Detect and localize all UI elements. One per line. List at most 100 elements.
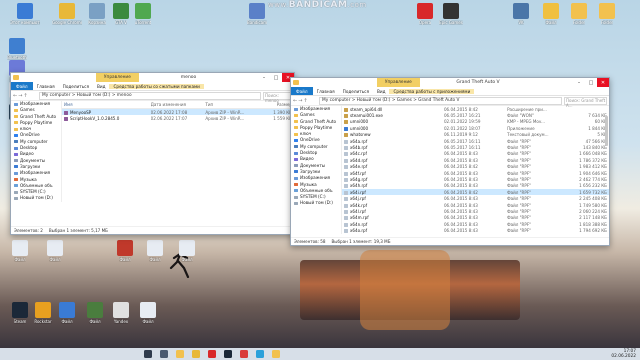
column-size[interactable]: Размер: [256, 102, 294, 107]
address-path[interactable]: My computer > Новый том (D:) > Games > G…: [319, 96, 562, 105]
desktop-icon[interactable]: Google Chrome: [52, 3, 82, 25]
clock-date: 02.06.2022: [611, 354, 636, 359]
desktop-icon[interactable]: Файл: [536, 3, 566, 25]
ribbon-tab-tools[interactable]: Средства работы с приложениями: [389, 88, 475, 94]
manage-tab[interactable]: Управление: [376, 78, 420, 87]
file-row[interactable]: x64h.rpf 06.04.2015 8:43 Файл "RPF" 1 656 2…: [342, 183, 609, 189]
file-row[interactable]: x64l.rpf 06.04.2015 8:43 Файл "RPF" 2 060 2…: [342, 208, 609, 214]
file-row[interactable]: umni000 02.01.2022 19:59 KMP - MPEG Mov...…: [342, 119, 609, 125]
file-row[interactable]: x64n.rpf 06.04.2015 8:43 Файл "RPF" 1 818 3…: [342, 221, 609, 227]
ribbon-tab-file[interactable]: Файл: [291, 87, 313, 95]
file-row[interactable]: x64b.rpf 06.05.2017 16:11 Файл "RPF" 143 84…: [342, 144, 609, 151]
title-bar[interactable]: Управление Grand Theft Auto V – □ ✕: [291, 78, 609, 87]
search-input[interactable]: Поиск: menoo: [263, 91, 292, 103]
ribbon-tab-home[interactable]: Главная: [33, 84, 59, 89]
taskbar-bandicam-icon[interactable]: [240, 350, 248, 358]
file-row[interactable]: x64d.rpf 06.04.2015 8:43 Файл "RPF" 1 786 3…: [342, 157, 609, 163]
file-row[interactable]: MenyooSP 02.06.2022 17:08 Архив ZIP - WinR…: [62, 109, 294, 116]
manage-tab[interactable]: Управление: [95, 73, 139, 82]
nav-arrows[interactable]: ←→↑: [291, 98, 319, 104]
file-row[interactable]: x64a.rpf 06.05.2017 16:11 Файл "RPF" 47 566…: [342, 138, 609, 144]
taskbar-steam-icon[interactable]: [224, 350, 232, 358]
file-row[interactable]: whatsnew 06.11.2019 9:12 Текстовый докум..…: [342, 132, 609, 138]
taskbar-opera-icon[interactable]: [208, 350, 216, 358]
nav-item-label: SYSTEM (C:): [20, 189, 46, 195]
nav-item-icon: [14, 196, 18, 200]
system-clock[interactable]: 17:07 02.06.2022: [611, 349, 636, 359]
app-icon: [59, 3, 75, 19]
ribbon-tab-file[interactable]: Файл: [11, 82, 33, 90]
nav-item[interactable]: Новый том (D:): [291, 200, 341, 206]
close-button[interactable]: ✕: [597, 78, 609, 87]
taskbar-search-icon[interactable]: [160, 350, 168, 358]
nav-arrows[interactable]: ←→↑: [11, 93, 39, 99]
desktop-icon[interactable]: Файл: [133, 302, 163, 324]
maximize-button[interactable]: □: [585, 78, 597, 87]
taskbar-telegram-icon[interactable]: [256, 350, 264, 358]
desktop-icon[interactable]: Файл: [110, 240, 140, 262]
desktop-icon[interactable]: Файл: [5, 240, 35, 262]
nav-item-label: Grand Theft Auto: [300, 118, 337, 124]
minimize-button[interactable]: –: [573, 78, 585, 87]
ribbon-tab-home[interactable]: Главная: [313, 89, 339, 94]
file-row[interactable]: x64o.rpf 06.04.2015 8:43 Файл "RPF" 1 794 6…: [342, 227, 609, 234]
desktop-icon[interactable]: Epic Games: [436, 3, 466, 25]
file-row[interactable]: x64j.rpf 06.04.2015 8:43 Файл "RPF" 2 245 4…: [342, 195, 609, 202]
desktop-icon[interactable]: Folder: [564, 3, 594, 25]
vertical-scrollbar[interactable]: [605, 116, 608, 146]
explorer-window-gta[interactable]: Управление Grand Theft Auto V – □ ✕ Файл…: [290, 77, 610, 246]
search-input[interactable]: Поиск: Grand Theft A...: [564, 96, 607, 108]
minimize-button[interactable]: –: [258, 73, 270, 82]
status-bar: Элементов: 58 Выбран 1 элемент: 19,3 МБ: [291, 237, 609, 245]
file-row[interactable]: umni000 02.01.2022 18:07 Приложение 1 844 К…: [342, 125, 609, 131]
file-icon: [344, 216, 348, 221]
file-icon: [344, 203, 348, 208]
file-row[interactable]: x64m.rpf 06.04.2015 8:43 Файл "RPF" 2 117 1…: [342, 215, 609, 221]
file-icon: [344, 126, 348, 131]
desktop-icon[interactable]: VK: [506, 3, 536, 25]
title-bar[interactable]: Управление menoo – □ ✕: [11, 73, 294, 82]
nav-item-icon: [294, 107, 298, 111]
taskbar-chrome-icon[interactable]: [192, 350, 200, 358]
desktop-icon[interactable]: Bandicam: [242, 3, 272, 25]
ribbon-tab-view[interactable]: Вид: [373, 89, 390, 94]
explorer-window-menoo[interactable]: Управление menoo – □ ✕ Файл Главная Поде…: [10, 72, 295, 235]
ribbon-tab-share[interactable]: Поделиться: [339, 89, 373, 94]
desktop-icon[interactable]: Файл: [40, 240, 70, 262]
file-row[interactable]: x64f.rpf 06.04.2015 8:43 Файл "RPF" 1 904 6…: [342, 170, 609, 176]
column-type[interactable]: Тип: [205, 102, 255, 107]
desktop-icon[interactable]: Folder: [592, 3, 622, 25]
file-name: x64f.rpf: [342, 171, 444, 176]
desktop-icon[interactable]: Bluetooth: [2, 38, 32, 60]
column-date[interactable]: Дата изменения: [151, 102, 206, 107]
desktop-icon[interactable]: Файл: [172, 240, 202, 262]
nav-item[interactable]: Новый том (D:): [11, 195, 61, 201]
taskbar-explorer-icon[interactable]: [176, 350, 184, 358]
desktop-icon[interactable]: Yandex: [106, 302, 136, 324]
app-icon: [113, 3, 129, 19]
file-row[interactable]: x64e.rpf 06.04.2015 8:42 Файл "RPF" 1 983 4…: [342, 164, 609, 170]
file-icon: [344, 107, 348, 112]
address-path[interactable]: My computer > Новый том (D:) > menoo: [39, 91, 261, 100]
taskbar-explorer2-icon[interactable]: [272, 350, 280, 358]
file-row[interactable]: ScriptHookV_1.0.2845.0 02.06.2022 17:07 Ар…: [62, 115, 294, 122]
ribbon-tab-tools[interactable]: Средства работы со сжатыми папками: [109, 83, 204, 89]
taskbar-start-icon[interactable]: [144, 350, 152, 358]
file-row[interactable]: x64i.rpf 06.04.2015 8:42 Файл "RPF" 1 659 7…: [342, 189, 609, 196]
ribbon-tab-share[interactable]: Поделиться: [59, 84, 93, 89]
window-controls: – □ ✕: [258, 73, 294, 82]
file-row[interactable]: steamui001.exe 06.05.2017 16:21 Файл "WON"…: [342, 112, 609, 119]
desktop-icon[interactable]: uTorrent: [128, 3, 158, 25]
file-type: Архив ZIP - WinR...: [205, 116, 245, 122]
bandicam-watermark: www.BANDICAM.com: [268, 0, 367, 10]
file-row[interactable]: x64g.rpf 06.04.2015 8:43 Файл "RPF" 2 462 7…: [342, 176, 609, 182]
ribbon-tab-view[interactable]: Вид: [93, 84, 110, 89]
file-row[interactable]: x64c.rpf 06.04.2015 8:43 Файл "RPF" 1 666 0…: [342, 151, 609, 157]
desktop-icon[interactable]: Этот компьютер: [10, 3, 40, 25]
app-icon: [17, 3, 33, 19]
desktop-icon[interactable]: Файл: [52, 302, 82, 324]
file-row[interactable]: x64k.rpf 06.04.2015 8:43 Файл "RPF" 1 749 5…: [342, 202, 609, 208]
column-name[interactable]: Имя: [62, 102, 151, 107]
desktop-icon[interactable]: Файл: [140, 240, 170, 262]
maximize-button[interactable]: □: [270, 73, 282, 82]
